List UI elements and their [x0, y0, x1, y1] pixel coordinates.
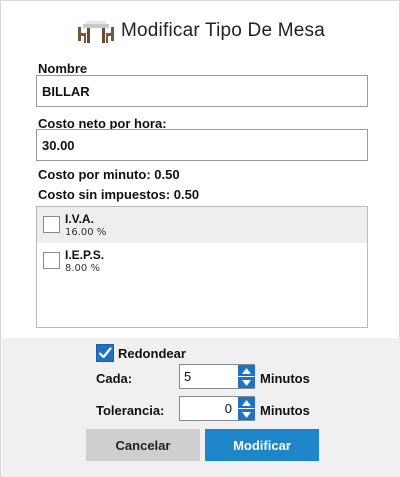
tax-list[interactable]: I.V.A. 16.00 % I.E.P.S. 8.00 % [36, 206, 368, 328]
tolerancia-decrement-button[interactable] [238, 409, 255, 420]
arrow-up-icon [242, 399, 251, 406]
tolerancia-stepper[interactable]: 0 [179, 396, 255, 421]
nombre-input[interactable] [36, 75, 368, 107]
tax-checkbox-ieps[interactable] [43, 252, 60, 269]
tax-rate: 16.00 % [65, 227, 107, 238]
redondear-label: Redondear [118, 346, 186, 361]
costo-neto-input[interactable] [36, 129, 368, 161]
cancel-button[interactable]: Cancelar [86, 429, 200, 461]
cada-decrement-button[interactable] [238, 377, 255, 388]
modificar-button[interactable]: Modificar [205, 429, 319, 461]
cada-stepper[interactable]: 5 [179, 364, 255, 389]
tolerancia-label: Tolerancia: [96, 403, 165, 418]
cada-value[interactable]: 5 [180, 365, 236, 388]
arrow-up-icon [242, 367, 251, 374]
tax-name: I.E.P.S. [65, 248, 105, 262]
arrow-down-icon [242, 379, 251, 386]
costo-por-minuto-text: Costo por minuto: 0.50 [38, 167, 180, 182]
arrow-down-icon [242, 411, 251, 418]
tax-checkbox-iva[interactable] [43, 216, 60, 233]
costo-sin-impuestos-text: Costo sin impuestos: 0.50 [38, 187, 200, 202]
options-panel: Redondear Cada: 5 Minutos Tolerancia: 0 … [2, 338, 400, 477]
cada-unit: Minutos [260, 371, 310, 386]
tolerancia-value[interactable]: 0 [180, 397, 236, 420]
tax-name: I.V.A. [65, 212, 94, 226]
table-chairs-icon [78, 21, 114, 43]
tax-item-ieps[interactable]: I.E.P.S. 8.00 % [37, 243, 367, 279]
redondear-checkbox[interactable] [96, 344, 114, 362]
dialog-title: Modificar Tipo De Mesa [121, 20, 325, 41]
tolerancia-increment-button[interactable] [238, 397, 255, 408]
cada-label: Cada: [96, 371, 133, 386]
dialog-header: Modificar Tipo De Mesa [1, 11, 400, 51]
cada-increment-button[interactable] [238, 365, 255, 376]
nombre-label: Nombre [38, 61, 88, 76]
tax-rate: 8.00 % [65, 263, 100, 274]
modificar-tipo-mesa-dialog: Modificar Tipo De Mesa Nombre Costo neto… [0, 0, 400, 477]
tax-item-iva[interactable]: I.V.A. 16.00 % [37, 207, 367, 243]
checkmark-icon [98, 347, 112, 359]
tolerancia-unit: Minutos [260, 403, 310, 418]
